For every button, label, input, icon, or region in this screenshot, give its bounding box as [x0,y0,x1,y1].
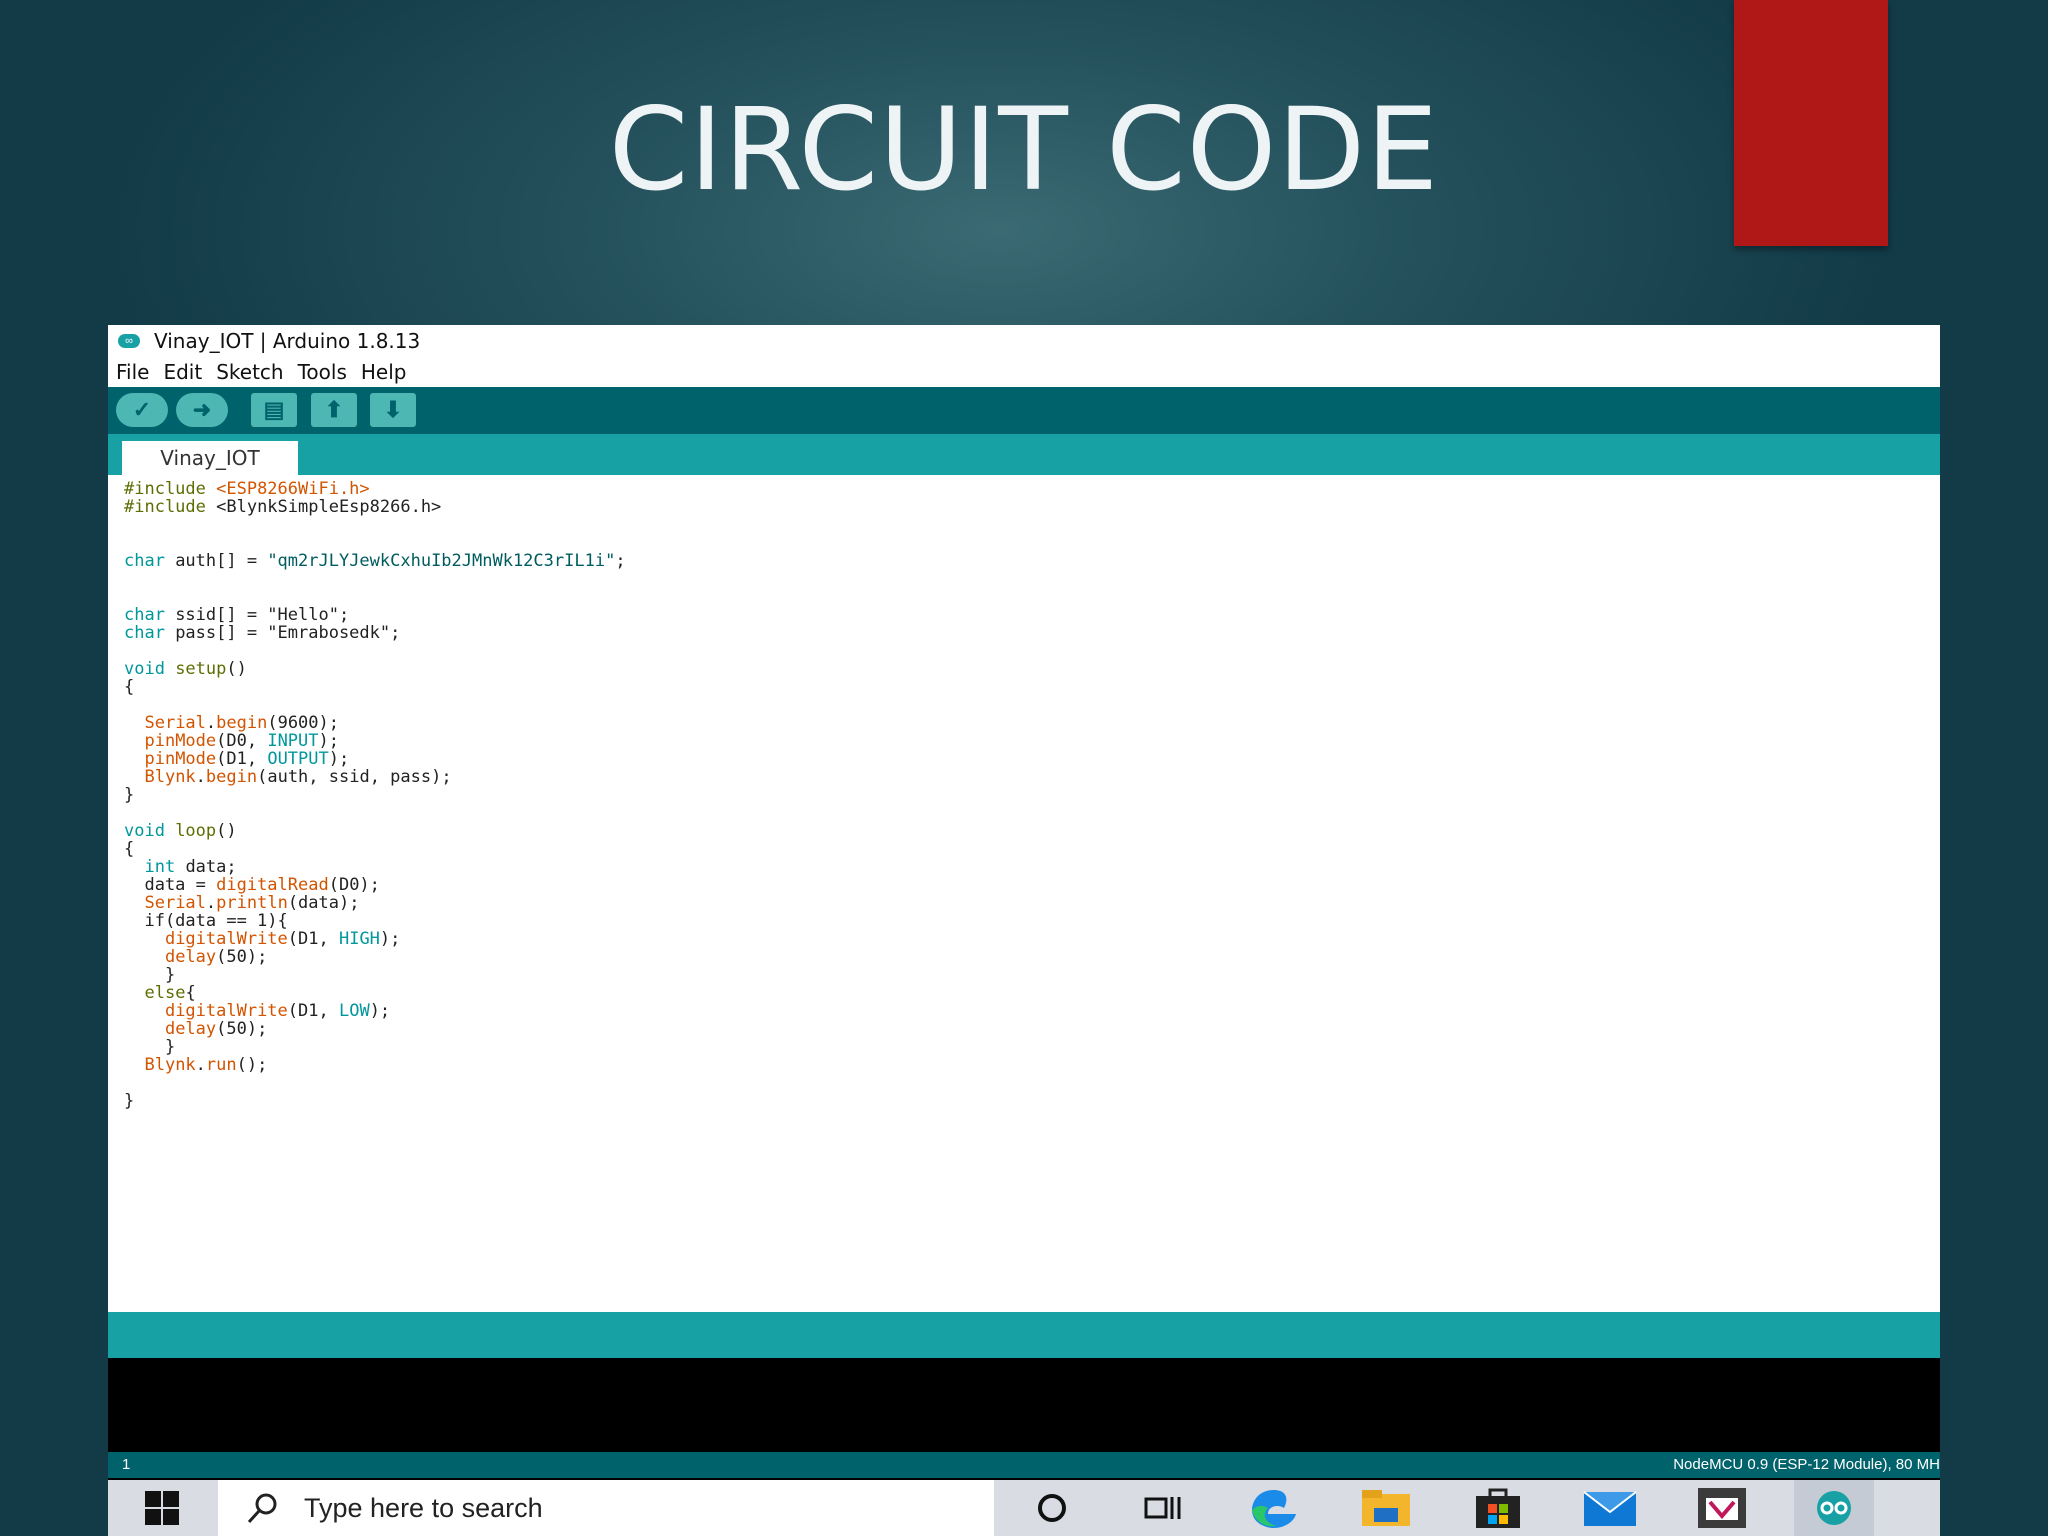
verify-icon: ✓ [132,397,152,422]
code-token: pass[] = "Emrabosedk"; [175,623,401,643]
board-info: NodeMCU 0.9 (ESP-12 Module), 80 MH [1673,1456,1940,1473]
cortana-icon [1038,1494,1066,1522]
code-token: (D1, [287,1001,339,1021]
code-token: (50); [216,947,268,967]
code-token: char [124,623,176,643]
code-token: () [226,659,247,679]
code-token: Blynk [144,1055,196,1075]
file-explorer-icon [1362,1490,1410,1526]
window-title: Vinay_IOT | Arduino 1.8.13 [154,329,421,353]
windows-start-icon [145,1491,179,1525]
app-icon [1698,1488,1746,1528]
message-area [108,1312,1940,1358]
mail-button[interactable] [1570,1480,1650,1536]
accent-bar [1734,0,1888,246]
search-placeholder: Type here to search [304,1492,543,1523]
save-icon: ⬇ [383,397,403,422]
upload-icon: ➜ [192,397,212,422]
menu-bar: File Edit Sketch Tools Help [108,357,1940,387]
task-view-icon [1144,1497,1181,1519]
file-explorer-button[interactable] [1346,1480,1426,1536]
edge-icon [1252,1490,1296,1528]
code-token: Blynk [144,767,196,787]
code-token: . [195,1055,206,1075]
task-view-button[interactable] [1123,1480,1203,1536]
code-token: run [205,1055,237,1075]
cortana-button[interactable] [1012,1480,1092,1536]
line-number: 1 [122,1456,131,1473]
code-token: (D1, [287,929,339,949]
ide-toolbar: ✓ ➜ ▤ ⬆ ⬇ [108,387,1940,434]
store-button[interactable] [1458,1480,1538,1536]
code-token: setup [175,659,227,679]
menu-sketch[interactable]: Sketch [216,360,283,384]
code-token: (auth, ssid, pass); [257,767,452,787]
code-token: LOW [338,1001,370,1021]
start-button[interactable] [108,1480,216,1536]
store-icon [1476,1488,1520,1528]
code-token: begin [205,767,258,787]
code-token: ); [369,1001,391,1021]
code-token: { [124,677,135,697]
search-icon [244,1489,282,1527]
code-line: char pass[] = "Emrabosedk"; [124,621,400,645]
open-sketch-button[interactable]: ⬆ [311,393,357,427]
menu-help[interactable]: Help [361,360,407,384]
code-token: } [124,1091,135,1111]
code-line: Blynk.run(); [124,1053,267,1077]
code-token: . [195,767,206,787]
menu-file[interactable]: File [116,360,149,384]
arduino-icon [1817,1491,1851,1525]
taskbar-search-box[interactable]: Type here to search [218,1480,994,1536]
tab-vinay-iot[interactable]: Vinay_IOT [122,441,298,475]
code-token: char [124,551,176,571]
code-token: ); [379,929,401,949]
code-token: loop [175,821,217,841]
code-token: #include [124,497,217,517]
taskbar: Type here to search [108,1480,1940,1536]
code-line: Blynk.begin(auth, ssid, pass); [124,765,452,789]
save-sketch-button[interactable]: ⬇ [370,393,416,427]
arduino-ide-window: ∞ Vinay_IOT | Arduino 1.8.13 File Edit S… [108,325,1940,1536]
code-token: <BlynkSimpleEsp8266.h> [216,497,442,517]
code-token: ; [615,551,626,571]
code-line: { [124,675,134,699]
code-token: (50); [216,1019,268,1039]
code-line: #include <BlynkSimpleEsp8266.h> [124,495,441,519]
code-line: } [124,783,134,807]
code-line: void setup() [124,657,247,681]
code-token: (data); [287,893,360,913]
upload-button[interactable]: ➜ [176,393,228,427]
verify-button[interactable]: ✓ [116,393,168,427]
new-sketch-button[interactable]: ▤ [251,393,297,427]
code-line: } [124,1089,134,1113]
menu-tools[interactable]: Tools [298,360,347,384]
code-editor[interactable]: #include <ESP8266WiFi.h> #include <BlynkS… [108,475,1940,1303]
code-token: "qm2rJLYJewkCxhuIb2JMnWk12C3rIL1i" [267,551,616,571]
tab-bar: Vinay_IOT [108,434,1940,475]
mail-icon [1583,1491,1637,1526]
taskbar-app-button[interactable] [1682,1480,1762,1536]
code-line: void loop() [124,819,237,843]
edge-taskbar-button[interactable] [1234,1480,1314,1536]
code-token: (); [236,1055,268,1075]
status-bar: 1 NodeMCU 0.9 (ESP-12 Module), 80 MH [108,1452,1940,1478]
new-icon: ▤ [263,397,285,422]
menu-edit[interactable]: Edit [163,360,202,384]
code-token: () [216,821,237,841]
window-titlebar: ∞ Vinay_IOT | Arduino 1.8.13 [108,325,1940,357]
code-token: HIGH [338,929,380,949]
arduino-logo-icon: ∞ [118,334,140,348]
code-token: auth[] = [175,551,268,571]
arduino-taskbar-button[interactable] [1794,1480,1874,1536]
code-line: char auth[] = "qm2rJLYJewkCxhuIb2JMnWk12… [124,549,626,573]
code-token: } [124,785,135,805]
open-icon: ⬆ [324,397,344,422]
